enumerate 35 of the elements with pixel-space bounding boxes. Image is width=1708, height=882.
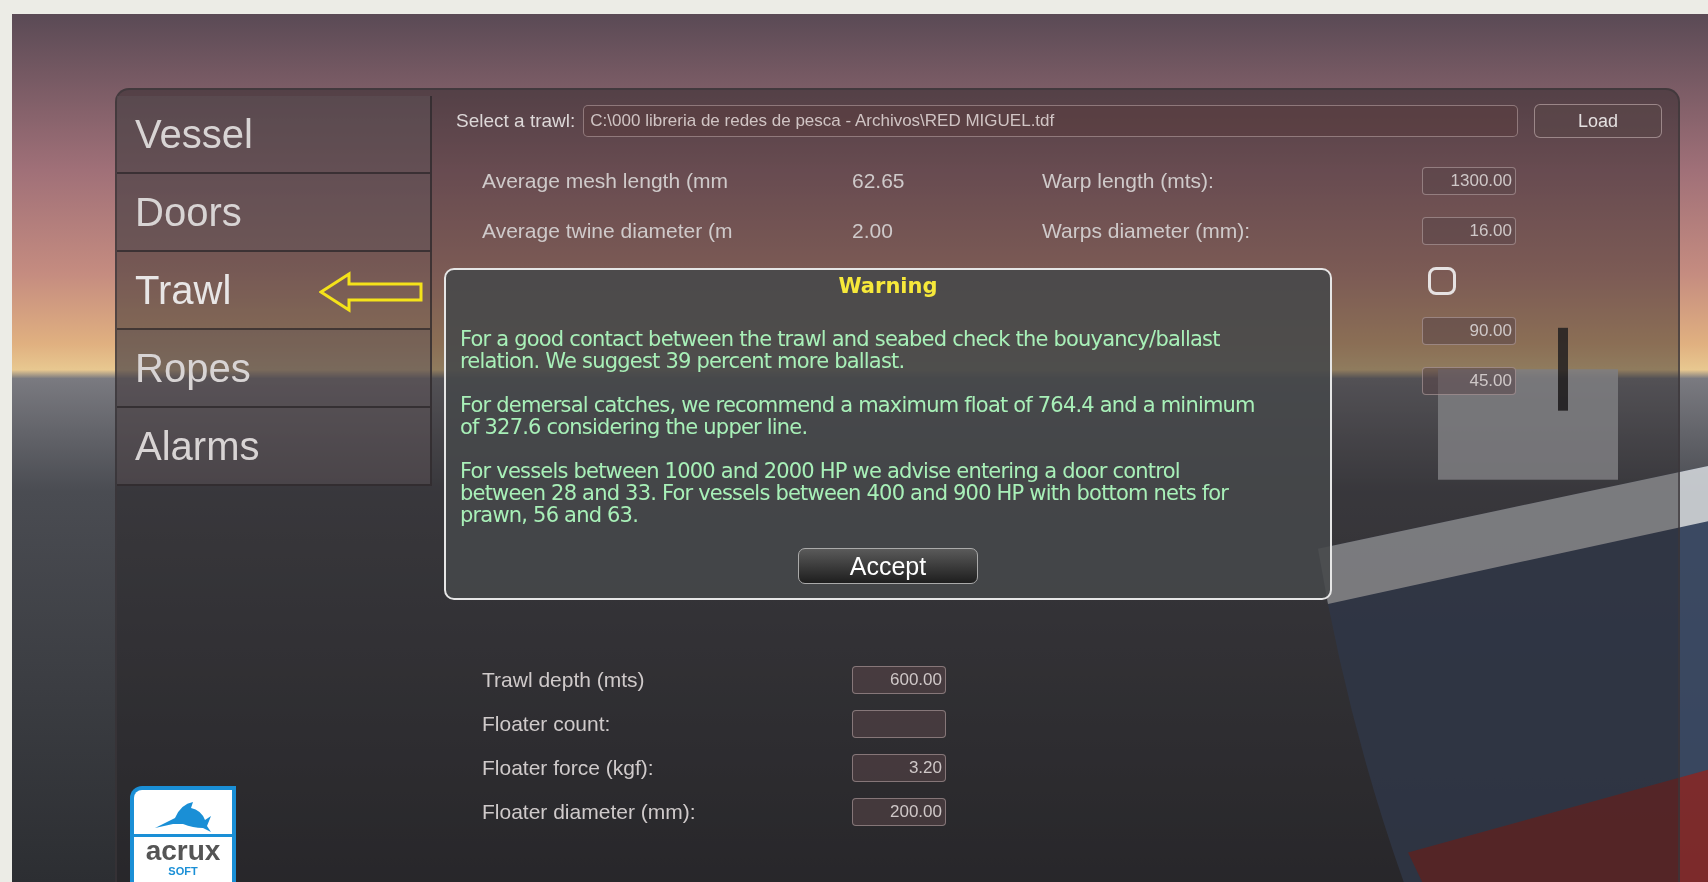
number-field[interactable]: 16.00 (1422, 217, 1516, 245)
field-label: Average mesh length (mm (482, 169, 729, 193)
toggle-switch[interactable] (1428, 267, 1456, 295)
warning-paragraph: For demersal catches, we recommend a maximum float of 764.4 and a minimum of 327.6 considering the upper line. (460, 394, 1256, 438)
left-arrow-icon (319, 271, 423, 313)
number-field[interactable]: 1300.00 (1422, 167, 1516, 195)
sidebar-tab[interactable]: Vessel (117, 96, 432, 174)
field-label: Floater diameter (mm): (482, 800, 697, 824)
number-field[interactable] (852, 710, 946, 738)
warning-paragraph: For vessels between 1000 and 2000 HP we advise entering a door control between 28 and 33. For vessels between 400 and 900 HP with bottom nets for prawn, 56 and 63. (460, 460, 1230, 526)
number-field[interactable]: 600.00 (852, 666, 946, 694)
warning-paragraph: For a good contact between the trawl and seabed check the bouyancy/ballast relation. We suggest 39 percent more ballast. (460, 328, 1221, 372)
sidebar-tab[interactable]: Ropes (117, 330, 432, 408)
field-label: Average twine diameter (m (482, 219, 734, 243)
load-button[interactable]: Load (1534, 104, 1662, 138)
logo-subtitle: SOFT (168, 865, 198, 877)
accept-button[interactable]: Accept (798, 548, 978, 584)
dialog-title: Warning (838, 274, 938, 298)
field-label: Trawl depth (mts) (482, 668, 646, 692)
field-label: Floater count: (482, 712, 612, 736)
logo-wordmark: acrux (134, 834, 232, 865)
field-label: Warp length (mts): (1042, 169, 1215, 193)
field-label: Warps diameter (mm): (1042, 219, 1252, 243)
field-label: Floater force (kgf): (482, 756, 655, 780)
sidebar-tab[interactable]: Alarms (117, 408, 432, 486)
select-trawl-label: Select a trawl: (456, 110, 576, 132)
number-field[interactable]: 3.20 (852, 754, 946, 782)
trawl-path-field[interactable]: C:\000 libreria de redes de pesca - Archivos\RED MIGUEL.tdf (583, 105, 1518, 137)
number-field[interactable]: 45.00 (1422, 367, 1516, 395)
number-field[interactable]: 90.00 (1422, 317, 1516, 345)
field-value: 2.00 (852, 219, 893, 243)
sidebar-tab[interactable]: Doors (117, 174, 432, 252)
field-value: 62.65 (852, 169, 905, 193)
number-field[interactable]: 200.00 (852, 798, 946, 826)
sidebar-tab[interactable]: Trawl (117, 252, 432, 330)
